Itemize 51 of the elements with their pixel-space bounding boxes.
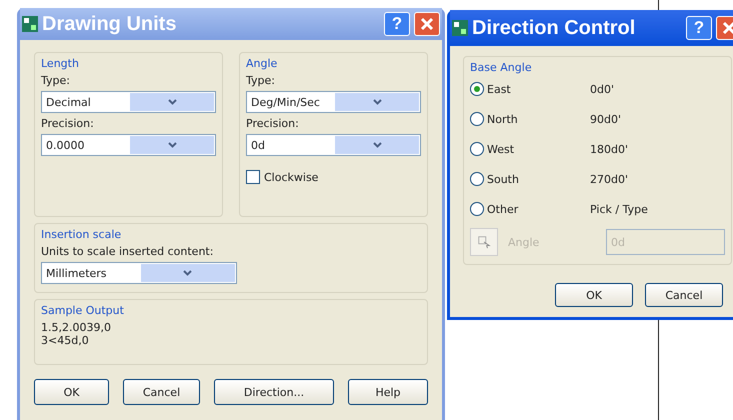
dialog-button[interactable]: OK: [555, 283, 633, 307]
checkbox[interactable]: [246, 170, 260, 184]
chevron-icon: [372, 142, 382, 148]
dropdown[interactable]: 0d: [246, 134, 421, 156]
dialog-button[interactable]: Cancel: [123, 379, 200, 405]
radio-option[interactable]: South: [470, 172, 590, 186]
field-label: Precision:: [246, 117, 300, 130]
group-label: Insertion scale: [41, 228, 122, 241]
app-icon: [452, 20, 468, 36]
radio-option[interactable]: Other: [470, 202, 590, 216]
field-label: Units to scale inserted content:: [41, 245, 214, 258]
angle-reading: 180d0': [590, 142, 628, 156]
dropdown[interactable]: Millimeters: [41, 262, 237, 284]
chevron-icon: [168, 99, 176, 105]
dialog-button[interactable]: OK: [34, 379, 109, 405]
close-icon: [419, 16, 435, 32]
angle-reading: 0d0': [590, 82, 614, 96]
chevron-icon: [168, 142, 176, 148]
group-label: Angle: [246, 57, 278, 70]
radio-option[interactable]: North: [470, 112, 590, 126]
dialog-button[interactable]: Cancel: [645, 283, 723, 307]
dialog-button[interactable]: Direction...: [214, 379, 334, 405]
chevron-icon: [183, 270, 192, 276]
close-button[interactable]: [414, 12, 440, 36]
field-label: Type:: [41, 74, 71, 87]
angle-reading: Pick / Type: [590, 202, 648, 216]
dropdown[interactable]: Deg/Min/Sec: [246, 91, 421, 113]
group-label: Length: [41, 57, 80, 70]
close-icon: [721, 20, 733, 36]
window-title: Drawing Units: [42, 12, 178, 36]
group-label: Base Angle: [470, 61, 533, 74]
checkbox-label: Clockwise: [264, 170, 318, 184]
sample-text: 3<45d,0: [41, 334, 90, 347]
dropdown[interactable]: 0.0000: [41, 134, 216, 156]
help-button[interactable]: ?: [384, 12, 410, 36]
group-label: Sample Output: [41, 304, 125, 317]
help-button[interactable]: ?: [686, 16, 712, 40]
radio-option[interactable]: East: [470, 82, 590, 96]
sample-text: 1.5,2.0039,0: [41, 321, 112, 334]
dialog-button[interactable]: Help: [348, 379, 428, 405]
chevron-icon: [372, 99, 382, 105]
field-label: Type:: [246, 74, 276, 87]
angle-reading: 90d0': [590, 112, 622, 126]
field-label: Precision:: [41, 117, 95, 130]
cursor-icon: [477, 234, 491, 250]
window-title: Direction Control: [472, 16, 636, 40]
pick-button[interactable]: [470, 228, 498, 256]
radio-option[interactable]: West: [470, 142, 590, 156]
dropdown[interactable]: Decimal: [41, 91, 216, 113]
angle-reading: 270d0': [590, 172, 628, 186]
app-icon: [22, 16, 38, 32]
